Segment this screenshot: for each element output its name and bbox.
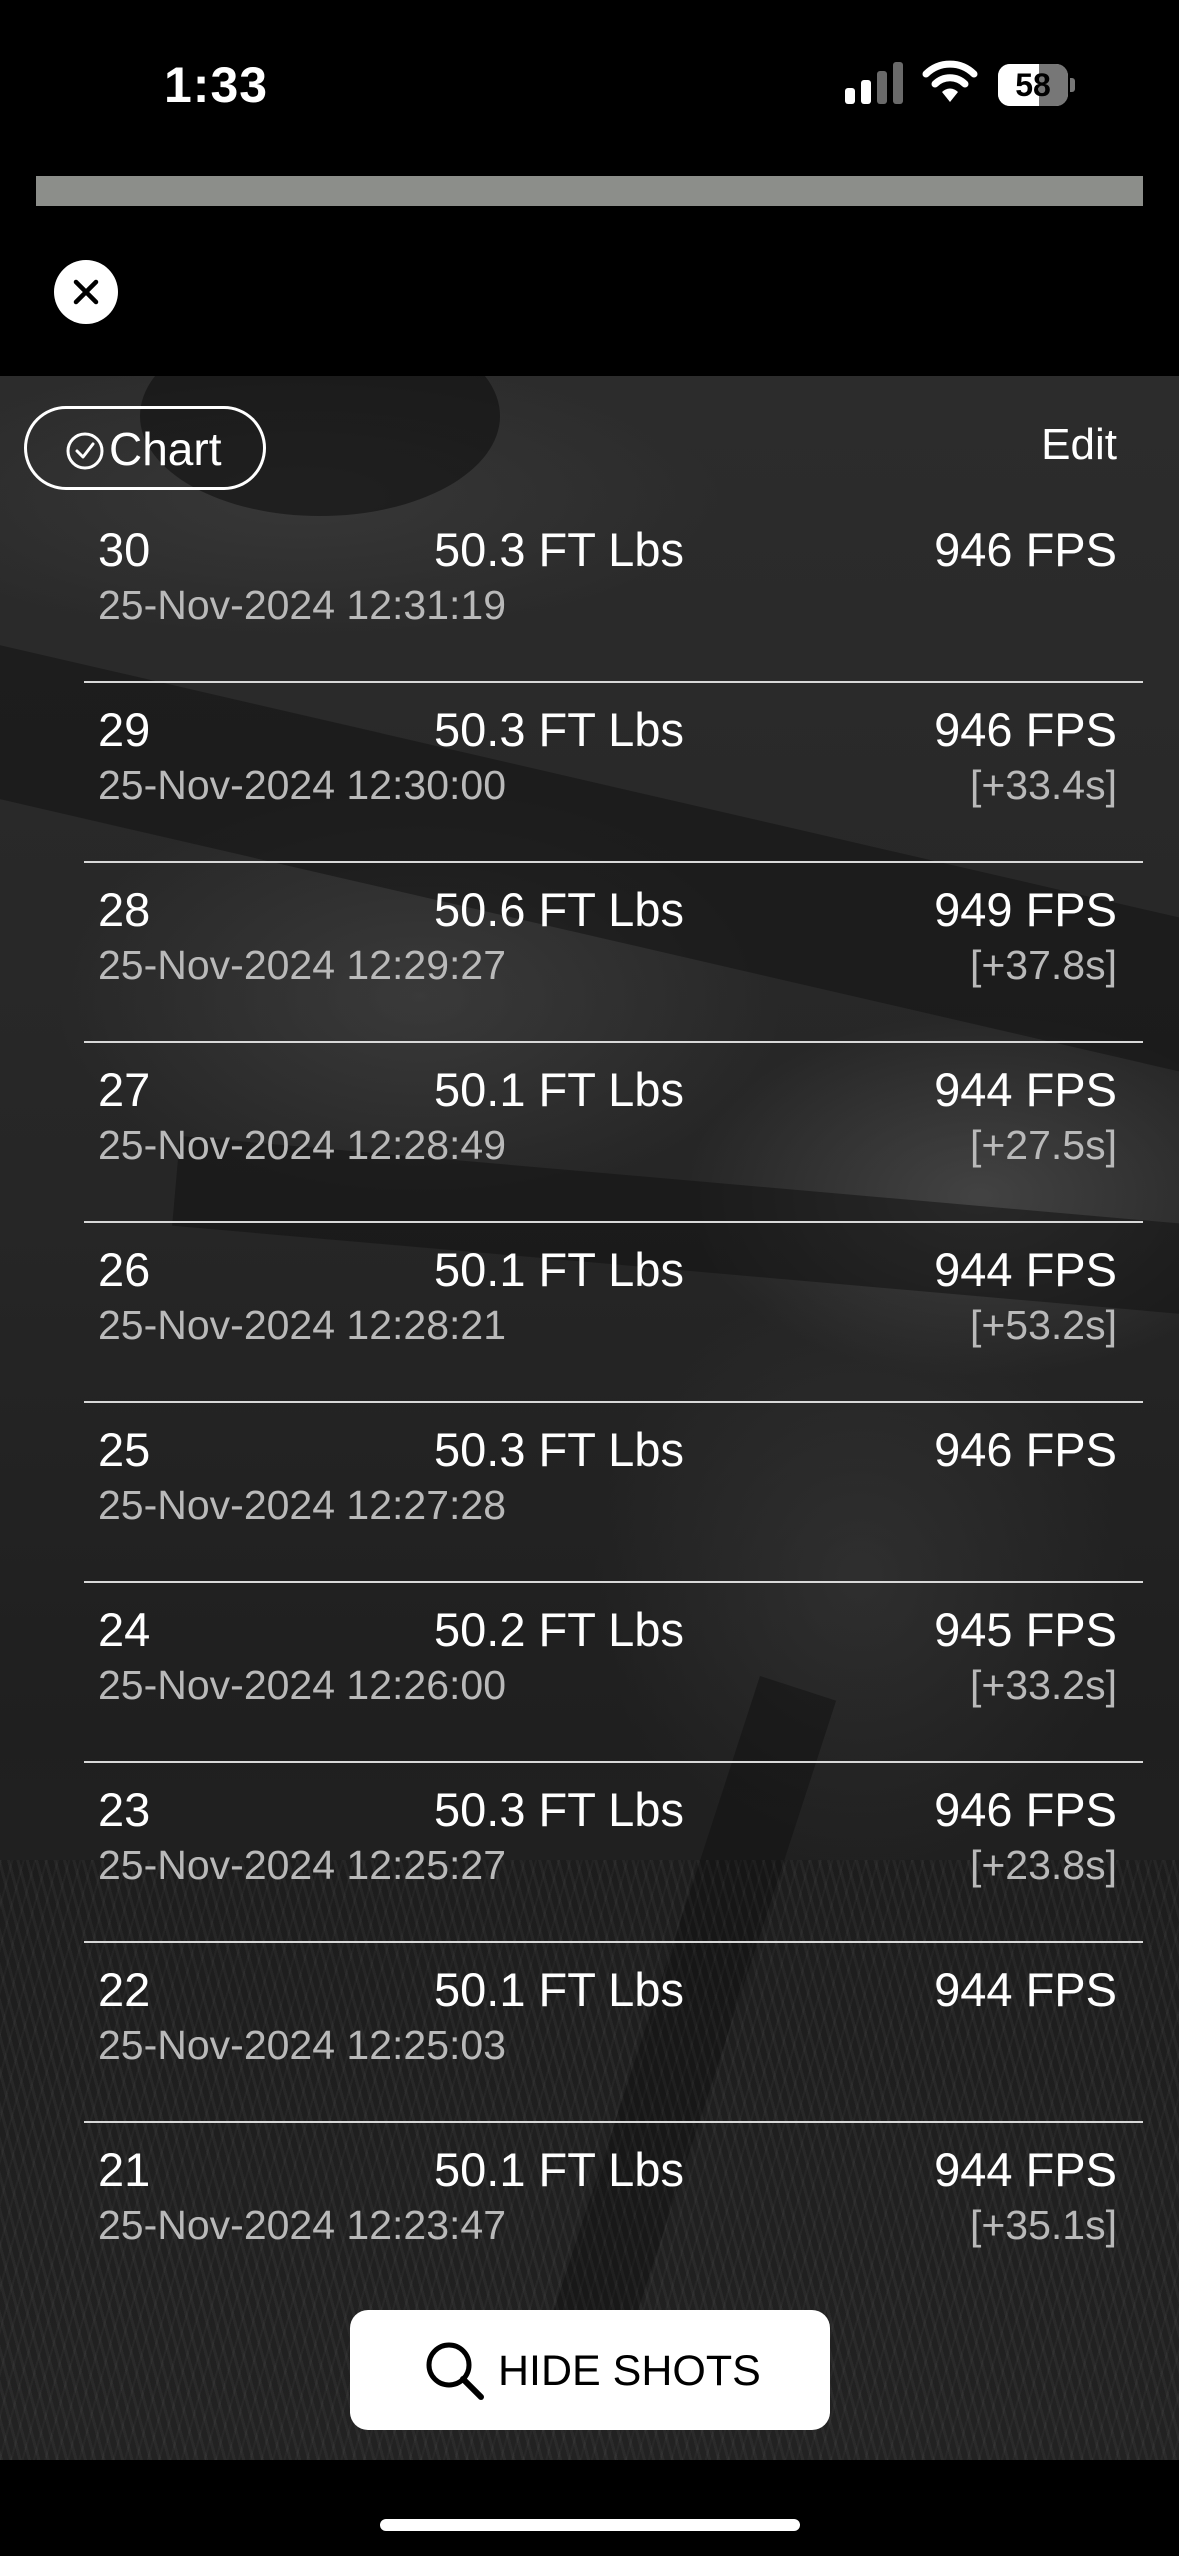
shot-interval: [+33.4s] [969, 762, 1117, 808]
shot-interval: [+35.1s] [969, 2202, 1117, 2248]
shot-interval: [+37.8s] [969, 942, 1117, 988]
shot-energy: 50.6 FT Lbs [434, 883, 684, 936]
shot-velocity: 944 FPS [934, 2143, 1117, 2196]
row-divider [84, 1221, 1143, 1223]
shot-velocity: 946 FPS [934, 703, 1117, 756]
home-indicator[interactable] [380, 2519, 800, 2531]
shot-row[interactable]: 28 50.6 FT Lbs 949 FPS 25-Nov-2024 12:29… [84, 882, 1143, 1062]
shot-timestamp: 25-Nov-2024 12:31:19 [98, 582, 507, 628]
search-icon [426, 2342, 484, 2400]
shot-timestamp: 25-Nov-2024 12:25:03 [98, 2022, 507, 2068]
shot-interval: [+27.5s] [969, 1122, 1117, 1168]
battery-level: 58 [1015, 67, 1051, 103]
shot-timestamp: 25-Nov-2024 12:28:49 [98, 1122, 507, 1168]
status-bar: 1:33 58 [0, 0, 1179, 175]
row-divider [84, 681, 1143, 683]
shot-list-panel[interactable]: Chart Edit 30 50.3 FT Lbs 946 FPS 25-Nov… [0, 376, 1179, 2460]
checkmark-circle-icon [66, 432, 104, 470]
background-sheet [36, 176, 1143, 206]
shot-velocity: 949 FPS [934, 883, 1117, 936]
shot-number: 30 [98, 523, 151, 576]
shot-velocity: 946 FPS [934, 1423, 1117, 1476]
row-divider [84, 1581, 1143, 1583]
shot-energy: 50.1 FT Lbs [434, 1063, 684, 1116]
shot-number: 27 [98, 1063, 151, 1116]
shot-number: 22 [98, 1963, 151, 2016]
shot-velocity: 944 FPS [934, 1063, 1117, 1116]
shot-number: 29 [98, 703, 151, 756]
shot-number: 26 [98, 1243, 151, 1296]
row-divider [84, 1041, 1143, 1043]
row-divider [84, 2121, 1143, 2123]
shot-energy: 50.1 FT Lbs [434, 1963, 684, 2016]
shot-row[interactable]: 25 50.3 FT Lbs 946 FPS 25-Nov-2024 12:27… [84, 1422, 1143, 1602]
chart-label: Chart [109, 423, 222, 475]
shot-energy: 50.3 FT Lbs [434, 703, 684, 756]
shot-timestamp: 25-Nov-2024 12:25:27 [98, 1842, 507, 1888]
edit-button[interactable]: Edit [1041, 420, 1117, 470]
modal-header [0, 206, 1179, 376]
shot-timestamp: 25-Nov-2024 12:26:00 [98, 1662, 507, 1708]
chart-toggle-button[interactable]: Chart [24, 406, 266, 490]
shot-timestamp: 25-Nov-2024 12:27:28 [98, 1482, 507, 1528]
hide-shots-button[interactable]: HIDE SHOTS [350, 2310, 830, 2430]
shot-number: 24 [98, 1603, 151, 1656]
shot-velocity: 944 FPS [934, 1963, 1117, 2016]
shot-timestamp: 25-Nov-2024 12:29:27 [98, 942, 507, 988]
close-button[interactable] [54, 260, 118, 324]
shot-timestamp: 25-Nov-2024 12:30:00 [98, 762, 507, 808]
shot-row[interactable]: 23 50.3 FT Lbs 946 FPS 25-Nov-2024 12:25… [84, 1782, 1143, 1962]
shot-energy: 50.1 FT Lbs [434, 1243, 684, 1296]
shot-row[interactable]: 26 50.1 FT Lbs 944 FPS 25-Nov-2024 12:28… [84, 1242, 1143, 1422]
shot-velocity: 944 FPS [934, 1243, 1117, 1296]
battery-icon: 58 [998, 64, 1075, 106]
shot-velocity: 946 FPS [934, 1783, 1117, 1836]
hide-shots-label: HIDE SHOTS [498, 2347, 761, 2395]
shot-row[interactable]: 21 50.1 FT Lbs 944 FPS 25-Nov-2024 12:23… [84, 2142, 1143, 2322]
status-time: 1:33 [164, 57, 269, 113]
shot-velocity: 945 FPS [934, 1603, 1117, 1656]
row-divider [84, 1941, 1143, 1943]
close-icon [73, 279, 99, 305]
shot-number: 21 [98, 2143, 151, 2196]
shot-energy: 50.1 FT Lbs [434, 2143, 684, 2196]
shot-number: 28 [98, 883, 151, 936]
shot-energy: 50.3 FT Lbs [434, 1423, 684, 1476]
row-divider [84, 1401, 1143, 1403]
wifi-icon [922, 60, 978, 102]
shot-row[interactable]: 30 50.3 FT Lbs 946 FPS 25-Nov-2024 12:31… [84, 522, 1143, 702]
row-divider [84, 1761, 1143, 1763]
shot-timestamp: 25-Nov-2024 12:28:21 [98, 1302, 507, 1348]
shot-timestamp: 25-Nov-2024 12:23:47 [98, 2202, 507, 2248]
row-divider [84, 861, 1143, 863]
shot-energy: 50.3 FT Lbs [434, 1783, 684, 1836]
shot-velocity: 946 FPS [934, 523, 1117, 576]
shot-interval: [+23.8s] [969, 1842, 1117, 1888]
shot-row[interactable]: 29 50.3 FT Lbs 946 FPS 25-Nov-2024 12:30… [84, 702, 1143, 882]
shot-row[interactable]: 22 50.1 FT Lbs 944 FPS 25-Nov-2024 12:25… [84, 1962, 1143, 2142]
shot-interval: [+53.2s] [969, 1302, 1117, 1348]
shot-number: 23 [98, 1783, 151, 1836]
shot-energy: 50.3 FT Lbs [434, 523, 684, 576]
shot-energy: 50.2 FT Lbs [434, 1603, 684, 1656]
shot-row[interactable]: 27 50.1 FT Lbs 944 FPS 25-Nov-2024 12:28… [84, 1062, 1143, 1242]
cellular-signal-icon [845, 62, 903, 104]
shot-history-modal: Chart Edit 30 50.3 FT Lbs 946 FPS 25-Nov… [0, 206, 1179, 2556]
shot-row[interactable]: 24 50.2 FT Lbs 945 FPS 25-Nov-2024 12:26… [84, 1602, 1143, 1782]
shot-interval: [+33.2s] [969, 1662, 1117, 1708]
shot-number: 25 [98, 1423, 151, 1476]
